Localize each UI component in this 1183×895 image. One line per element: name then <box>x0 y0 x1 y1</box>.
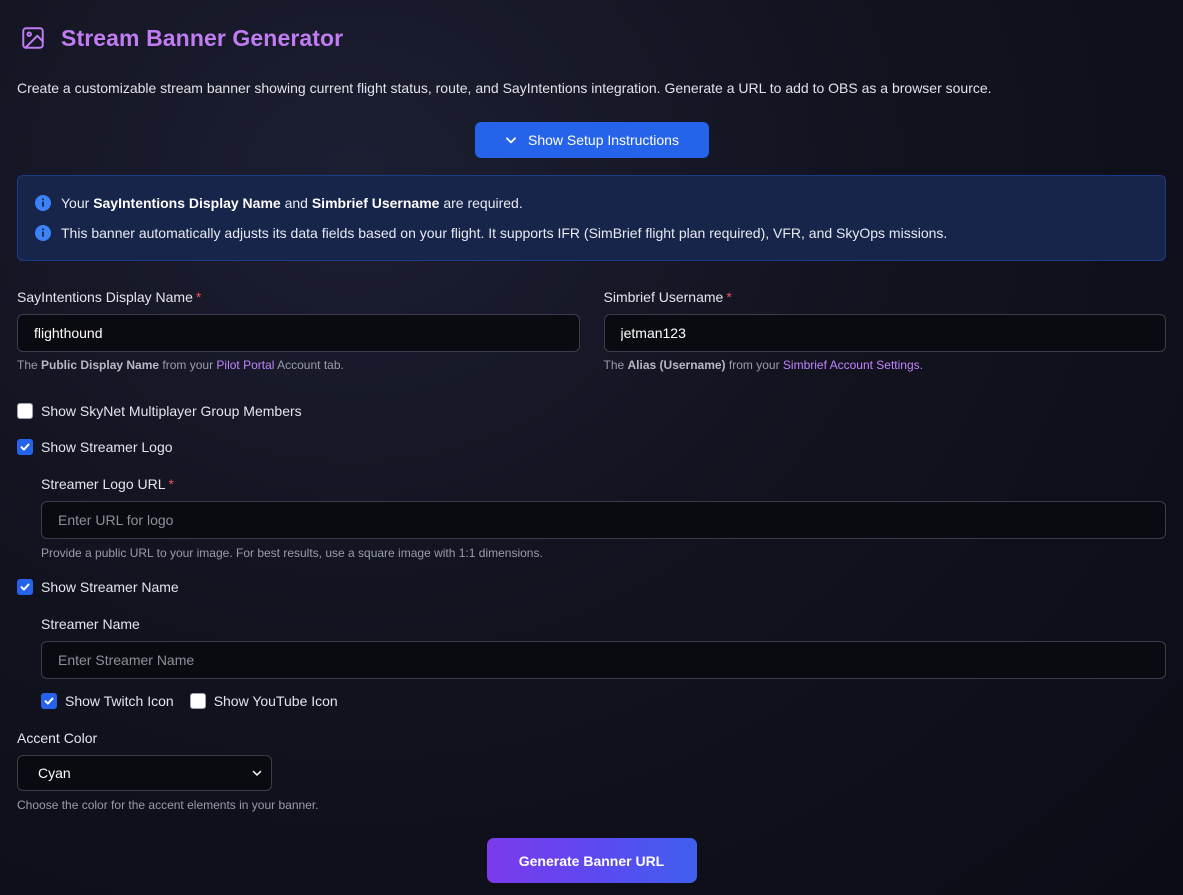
streamer-name-section: Streamer Name Show Twitch Icon Show YouT… <box>17 615 1166 711</box>
skynet-checkbox[interactable] <box>17 403 33 419</box>
streamer-logo-url-label: Streamer Logo URL * <box>41 476 174 492</box>
image-icon <box>19 24 47 52</box>
info-box: Your SayIntentions Display Name and Simb… <box>17 175 1166 261</box>
twitch-label: Show Twitch Icon <box>65 693 174 709</box>
generate-wrap: Generate Banner URL <box>17 838 1166 883</box>
display-name-field: SayIntentions Display Name* The Public D… <box>17 288 580 373</box>
display-name-label: SayIntentions Display Name * <box>17 289 202 305</box>
required-fields-row: SayIntentions Display Name* The Public D… <box>17 288 1166 373</box>
display-name-input[interactable] <box>17 314 580 352</box>
show-setup-instructions-button[interactable]: Show Setup Instructions <box>474 122 709 158</box>
info-text-2: This banner automatically adjusts its da… <box>61 225 948 241</box>
info-flight-modes: This banner automatically adjusts its da… <box>35 222 1148 244</box>
chevron-down-icon <box>251 767 263 779</box>
accent-color-section: Accent Color Cyan Choose the color for t… <box>17 729 1166 813</box>
streamer-logo-label: Show Streamer Logo <box>41 439 173 455</box>
page-header: Stream Banner Generator <box>17 0 1166 76</box>
streamer-name-input[interactable] <box>41 641 1166 679</box>
skynet-checkbox-row[interactable]: Show SkyNet Multiplayer Group Members <box>17 401 1166 421</box>
setup-instructions-wrap: Show Setup Instructions <box>17 122 1166 158</box>
streamer-logo-url-help: Provide a public URL to your image. For … <box>41 546 543 560</box>
page-description: Create a customizable stream banner show… <box>17 80 992 96</box>
simbrief-username-help: The Alias (Username) from your Simbrief … <box>603 358 924 372</box>
info-icon <box>35 225 51 241</box>
pilot-portal-link[interactable]: Pilot Portal <box>216 358 274 372</box>
accent-color-help: Choose the color for the accent elements… <box>17 798 319 812</box>
youtube-checkbox[interactable] <box>189 693 206 709</box>
info-required-fields: Your SayIntentions Display Name and Simb… <box>35 192 1148 214</box>
simbrief-username-label: Simbrief Username * <box>603 289 732 305</box>
platform-icons-row: Show Twitch Icon Show YouTube Icon <box>41 691 1166 711</box>
streamer-name-label: Show Streamer Name <box>41 579 179 595</box>
display-name-help: The Public Display Name from your Pilot … <box>17 358 344 372</box>
twitch-checkbox-row[interactable]: Show Twitch Icon <box>41 691 174 711</box>
chevron-down-icon <box>504 133 518 147</box>
checkmark-icon <box>20 443 30 451</box>
streamer-logo-checkbox-row[interactable]: Show Streamer Logo <box>17 437 1166 457</box>
youtube-checkbox-row[interactable]: Show YouTube Icon <box>189 691 338 711</box>
simbrief-username-input[interactable] <box>603 314 1166 352</box>
generate-banner-url-button[interactable]: Generate Banner URL <box>486 838 697 883</box>
skynet-label: Show SkyNet Multiplayer Group Members <box>41 403 302 419</box>
accent-color-selected: Cyan <box>38 765 71 781</box>
stream-banner-page: Stream Banner Generator Create a customi… <box>0 0 1183 895</box>
youtube-label: Show YouTube Icon <box>213 693 338 709</box>
streamer-logo-checkbox[interactable] <box>17 439 33 455</box>
streamer-name-checkbox[interactable] <box>17 579 33 595</box>
info-text-1: Your SayIntentions Display Name and Simb… <box>61 195 523 211</box>
checkmark-icon <box>44 697 54 705</box>
info-icon <box>35 195 51 211</box>
page-title: Stream Banner Generator <box>61 24 344 51</box>
streamer-logo-url-section: Streamer Logo URL* Provide a public URL … <box>17 475 1166 561</box>
accent-color-select[interactable]: Cyan <box>17 755 272 791</box>
streamer-logo-url-input[interactable] <box>41 501 1166 539</box>
streamer-name-checkbox-row[interactable]: Show Streamer Name <box>17 577 1166 597</box>
checkmark-icon <box>20 583 30 591</box>
simbrief-account-settings-link[interactable]: Simbrief Account Settings <box>783 358 920 372</box>
twitch-checkbox[interactable] <box>41 693 57 709</box>
accent-color-label: Accent Color <box>17 730 98 746</box>
setup-instructions-label: Show Setup Instructions <box>528 132 679 148</box>
simbrief-username-field: Simbrief Username* The Alias (Username) … <box>603 288 1166 373</box>
streamer-name-field-label: Streamer Name <box>41 616 140 632</box>
